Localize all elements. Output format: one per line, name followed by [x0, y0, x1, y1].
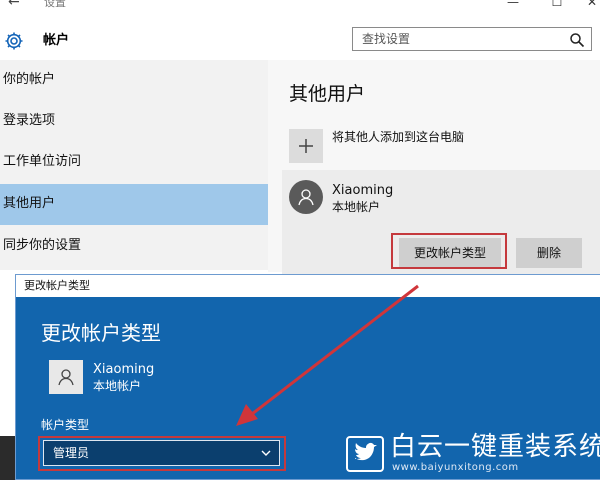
watermark-title: 白云一键重装系统	[390, 432, 600, 462]
search-icon[interactable]	[569, 32, 585, 48]
plus-icon	[299, 139, 313, 153]
sidebar-item-your-account[interactable]: 你的帐户	[0, 60, 268, 101]
bird-icon	[355, 442, 377, 461]
sidebar-item-sign-in-options[interactable]: 登录选项	[0, 101, 268, 142]
sidebar-item-label: 工作单位访问	[3, 154, 82, 169]
dialog-avatar	[49, 360, 83, 394]
section-title: 其他用户	[289, 83, 366, 105]
back-arrow-icon[interactable]: ←	[8, 0, 20, 9]
highlight-box	[391, 233, 507, 269]
search-placeholder: 查找设置	[362, 32, 411, 46]
window-title: 设置	[44, 0, 66, 9]
user-name: Xiaoming	[332, 183, 394, 198]
dialog-user-name: Xiaoming	[93, 362, 155, 377]
bird-logo-icon	[346, 436, 384, 472]
dialog-titlebar-text: 更改帐户类型	[24, 279, 90, 292]
highlight-box	[38, 436, 286, 471]
sidebar-item-other-users[interactable]: 其他用户	[0, 184, 268, 225]
gear-icon	[5, 32, 23, 50]
account-type-label: 帐户类型	[41, 418, 90, 432]
sidebar-item-label: 登录选项	[3, 113, 56, 128]
maximize-icon[interactable]: ☐	[547, 0, 567, 9]
add-user-button[interactable]	[289, 129, 323, 163]
watermark-url: www.baiyunxitong.com	[392, 462, 519, 473]
sidebar-item-label: 其他用户	[3, 196, 56, 211]
dialog-titlebar: 更改帐户类型	[16, 275, 600, 297]
add-user-label[interactable]: 将其他人添加到这台电脑	[332, 130, 464, 145]
sidebar-item-sync-settings[interactable]: 同步你的设置	[0, 226, 268, 267]
sidebar-item-label: 同步你的设置	[3, 238, 82, 253]
user-account-type: 本地帐户	[332, 200, 381, 214]
settings-titlebar: ← 设置 — ☐ ✕	[0, 0, 600, 14]
sidebar-item-label: 你的帐户	[3, 72, 56, 87]
user-icon	[58, 369, 74, 386]
user-icon	[298, 189, 314, 206]
avatar	[289, 180, 323, 214]
dialog-user-type: 本地帐户	[93, 379, 142, 393]
dialog-heading: 更改帐户类型	[41, 321, 161, 345]
background-strip	[0, 436, 15, 480]
delete-button[interactable]: 删除	[516, 238, 582, 268]
sidebar: 你的帐户 登录选项 工作单位访问 其他用户 同步你的设置	[0, 60, 268, 270]
minimize-icon[interactable]: —	[503, 0, 523, 9]
close-icon[interactable]: ✕	[582, 0, 600, 9]
sidebar-item-work-access[interactable]: 工作单位访问	[0, 142, 268, 183]
search-input[interactable]: 查找设置	[352, 27, 592, 51]
page-title: 帐户	[43, 33, 70, 48]
